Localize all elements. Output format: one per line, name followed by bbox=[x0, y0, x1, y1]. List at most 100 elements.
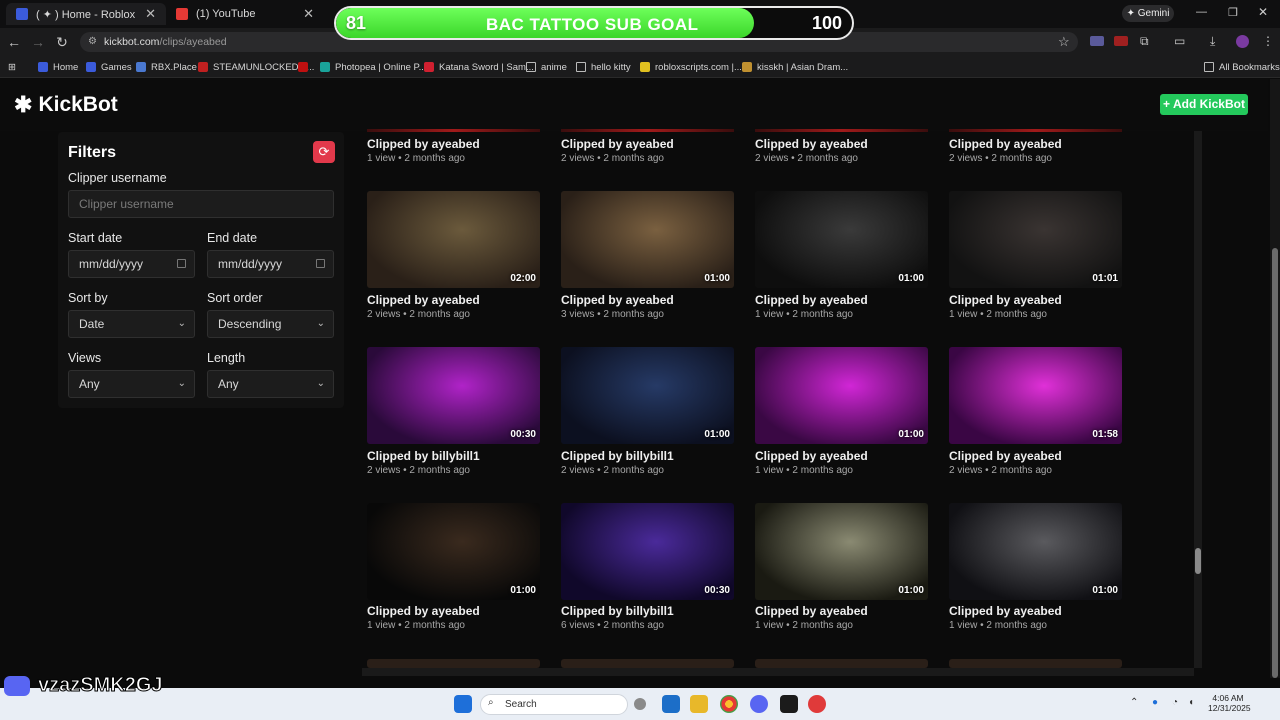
clip-thumbnail[interactable] bbox=[561, 129, 734, 132]
bookmark-star-icon[interactable]: ☆ bbox=[1058, 34, 1070, 50]
length-select[interactable]: Any ⌄ bbox=[207, 370, 334, 398]
bookmark-item[interactable]: Home bbox=[38, 60, 78, 74]
all-bookmarks[interactable]: All Bookmarks bbox=[1204, 60, 1280, 74]
bookmark-item[interactable] bbox=[298, 60, 313, 74]
reset-filters-button[interactable]: ⟳ bbox=[313, 141, 335, 163]
extension-icon[interactable] bbox=[1090, 36, 1104, 46]
bookmark-item[interactable]: STEAMUNLOCKED »... bbox=[198, 60, 314, 74]
apps-icon[interactable]: ⊞ bbox=[8, 60, 16, 74]
clip-thumbnail[interactable] bbox=[755, 659, 928, 668]
maximize-icon[interactable]: ❐ bbox=[1228, 6, 1238, 19]
clip-title[interactable]: Clipped by billybill1 bbox=[561, 604, 674, 618]
page-scrollbar-thumb[interactable] bbox=[1272, 248, 1278, 678]
calendar-icon[interactable] bbox=[177, 259, 186, 268]
bookmark-item[interactable]: robloxscripts.com |... bbox=[640, 60, 742, 74]
gemini-button[interactable]: ✦ Gemini bbox=[1122, 5, 1174, 22]
clip-thumbnail[interactable] bbox=[949, 129, 1122, 132]
chrome-icon[interactable] bbox=[720, 695, 738, 713]
download-icon[interactable]: ⤓ bbox=[1210, 34, 1215, 49]
reload-icon[interactable]: ↻ bbox=[54, 34, 70, 50]
sort-order-select[interactable]: Descending ⌄ bbox=[207, 310, 334, 338]
volume-icon[interactable]: ◖ bbox=[1188, 697, 1194, 708]
clip-thumbnail[interactable] bbox=[561, 659, 734, 668]
clip-thumbnail[interactable]: 02:00 bbox=[367, 191, 540, 288]
clip-title[interactable]: Clipped by ayeabed bbox=[367, 137, 480, 151]
clip-title[interactable]: Clipped by ayeabed bbox=[949, 604, 1062, 618]
menu-icon[interactable]: ⋮ bbox=[1262, 34, 1274, 48]
cast-icon[interactable]: ▭ bbox=[1174, 34, 1185, 48]
kickbot-logo[interactable]: ✱ KickBot bbox=[14, 92, 118, 118]
clip-title[interactable]: Clipped by ayeabed bbox=[367, 293, 480, 307]
sort-by-select[interactable]: Date ⌄ bbox=[68, 310, 195, 338]
forward-icon[interactable]: → bbox=[30, 34, 46, 50]
bookmark-item[interactable]: Games bbox=[86, 60, 132, 74]
windows-start-icon[interactable] bbox=[454, 695, 472, 713]
clip-title[interactable]: Clipped by ayeabed bbox=[755, 449, 868, 463]
clip-thumbnail[interactable] bbox=[367, 659, 540, 668]
clip-thumbnail[interactable] bbox=[755, 129, 928, 132]
clip-thumbnail[interactable]: 01:00 bbox=[755, 347, 928, 444]
profile-avatar[interactable] bbox=[1236, 35, 1249, 48]
back-icon[interactable]: ← bbox=[6, 34, 22, 50]
file-explorer-icon[interactable] bbox=[690, 695, 708, 713]
close-icon[interactable]: ✕ bbox=[145, 6, 156, 22]
clip-title[interactable]: Clipped by billybill1 bbox=[561, 449, 674, 463]
clip-title[interactable]: Clipped by ayeabed bbox=[561, 137, 674, 151]
clip-title[interactable]: Clipped by ayeabed bbox=[949, 137, 1062, 151]
views-select[interactable]: Any ⌄ bbox=[68, 370, 195, 398]
minimize-icon[interactable]: — bbox=[1196, 6, 1207, 18]
microphone-icon[interactable]: ● bbox=[1152, 697, 1158, 708]
app-icon[interactable] bbox=[780, 695, 798, 713]
clip-title[interactable]: Clipped by billybill1 bbox=[367, 449, 480, 463]
tab-roblox[interactable]: ( ✦ ) Home - Roblox ✕ bbox=[6, 3, 166, 25]
taskbar-clock[interactable]: 4:06 AM 12/31/2025 bbox=[1208, 693, 1251, 713]
clip-title[interactable]: Clipped by ayeabed bbox=[755, 137, 868, 151]
clip-thumbnail[interactable]: 01:00 bbox=[755, 191, 928, 288]
clips-scrollbar-thumb[interactable] bbox=[1195, 548, 1201, 574]
clip-thumbnail[interactable]: 01:00 bbox=[561, 347, 734, 444]
clips-scrollbar[interactable] bbox=[1194, 131, 1202, 668]
bookmark-folder[interactable]: hello kitty bbox=[576, 60, 631, 74]
clip-title[interactable]: Clipped by ayeabed bbox=[755, 293, 868, 307]
tray-chevron-icon[interactable]: ⌃ bbox=[1130, 697, 1138, 708]
bookmark-item[interactable]: kisskh | Asian Dram... bbox=[742, 60, 848, 74]
clip-thumbnail[interactable] bbox=[367, 129, 540, 132]
chevron-down-icon: ⌄ bbox=[316, 378, 325, 389]
clip-title[interactable]: Clipped by ayeabed bbox=[755, 604, 868, 618]
window-close-icon[interactable]: ✕ bbox=[1258, 5, 1268, 19]
start-date-input[interactable]: mm/dd/yyyy bbox=[68, 250, 195, 278]
clip-title[interactable]: Clipped by ayeabed bbox=[949, 293, 1062, 307]
calendar-icon[interactable] bbox=[316, 259, 325, 268]
clip-thumbnail[interactable]: 00:30 bbox=[561, 503, 734, 600]
site-info-icon[interactable]: ⚙ bbox=[88, 36, 97, 47]
clip-thumbnail[interactable]: 00:30 bbox=[367, 347, 540, 444]
bookmark-item[interactable]: RBX.Place bbox=[136, 60, 197, 74]
mic-app-icon[interactable] bbox=[634, 698, 646, 710]
discord-app-icon[interactable] bbox=[750, 695, 768, 713]
bookmark-folder[interactable]: anime bbox=[526, 60, 567, 74]
outlook-icon[interactable] bbox=[662, 695, 680, 713]
bookmark-item[interactable]: Photopea | Online P... bbox=[320, 60, 427, 74]
clip-thumbnail[interactable]: 01:00 bbox=[755, 503, 928, 600]
clip-thumbnail[interactable] bbox=[949, 659, 1122, 668]
close-icon[interactable]: ✕ bbox=[303, 6, 314, 22]
add-kickbot-button[interactable]: + Add KickBot bbox=[1160, 94, 1248, 115]
opera-icon[interactable] bbox=[808, 695, 826, 713]
extension-icon[interactable] bbox=[1114, 36, 1128, 46]
clipper-username-input[interactable]: Clipper username bbox=[68, 190, 334, 218]
tab-youtube[interactable]: (1) YouTube ✕ bbox=[166, 3, 324, 25]
taskbar-search[interactable]: Search bbox=[480, 694, 628, 715]
wifi-icon[interactable]: ◔ bbox=[1172, 697, 1178, 708]
clip-thumbnail[interactable]: 01:58 bbox=[949, 347, 1122, 444]
extensions-puzzle-icon[interactable]: ⧉ bbox=[1140, 34, 1149, 49]
clip-thumbnail[interactable]: 01:00 bbox=[561, 191, 734, 288]
clip-thumbnail[interactable]: 01:00 bbox=[949, 503, 1122, 600]
bookmark-item[interactable]: Katana Sword | Sam... bbox=[424, 60, 534, 74]
horizontal-scrollbar[interactable] bbox=[362, 668, 1194, 676]
clip-title[interactable]: Clipped by ayeabed bbox=[367, 604, 480, 618]
clip-title[interactable]: Clipped by ayeabed bbox=[561, 293, 674, 307]
end-date-input[interactable]: mm/dd/yyyy bbox=[207, 250, 334, 278]
clip-thumbnail[interactable]: 01:00 bbox=[367, 503, 540, 600]
clip-title[interactable]: Clipped by ayeabed bbox=[949, 449, 1062, 463]
clip-thumbnail[interactable]: 01:01 bbox=[949, 191, 1122, 288]
